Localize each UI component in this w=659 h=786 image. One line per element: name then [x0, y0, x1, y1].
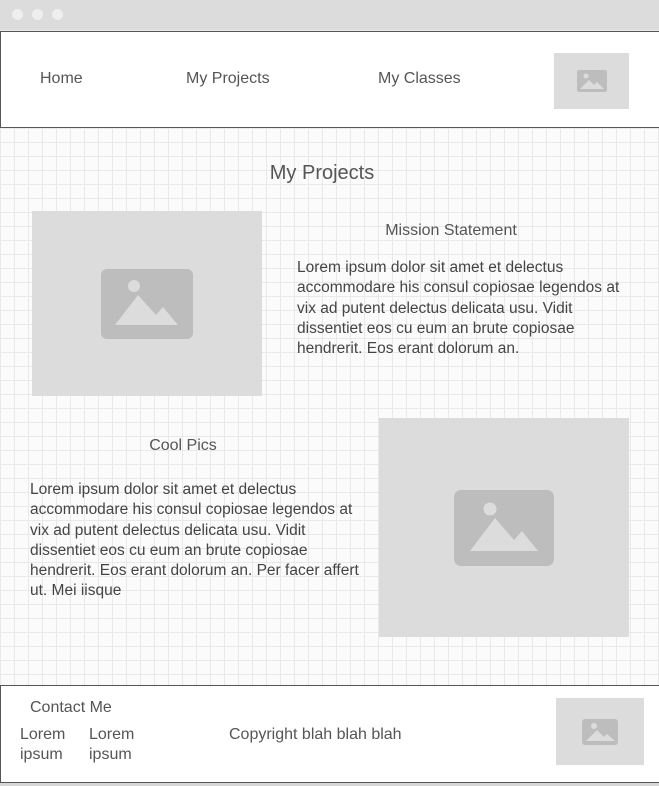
image-placeholder-icon — [576, 70, 607, 92]
image-placeholder-icon — [582, 718, 618, 745]
cool-pics-image-placeholder — [379, 418, 629, 637]
image-placeholder-icon — [101, 268, 193, 339]
window-maximize-dot[interactable] — [52, 9, 63, 20]
header-logo-placeholder — [554, 53, 629, 109]
window-close-dot[interactable] — [12, 9, 23, 20]
mission-statement-heading: Mission Statement — [385, 222, 517, 239]
nav-my-classes-link[interactable]: My Classes — [378, 70, 461, 88]
cool-pics-heading: Cool Pics — [149, 437, 217, 454]
cool-pics-text: Lorem ipsum dolor sit amet et delectus a… — [30, 481, 359, 600]
window-minimize-dot[interactable] — [32, 9, 43, 20]
nav-my-projects-link[interactable]: My Projects — [186, 70, 270, 88]
site-header: Home My Projects My Classes — [0, 31, 659, 128]
copyright-text: Copyright blah blah blah — [229, 726, 402, 743]
mission-image-placeholder — [32, 211, 262, 396]
footer-image-placeholder — [556, 698, 644, 765]
page-canvas — [0, 30, 659, 786]
window-titlebar — [0, 0, 659, 30]
footer-column-1: Lorem ipsum — [20, 726, 66, 763]
image-placeholder-icon — [454, 489, 554, 566]
footer-column-2: Lorem ipsum — [89, 726, 135, 763]
contact-me-label[interactable]: Contact Me — [30, 699, 112, 717]
site-footer: Contact Me Lorem ipsum Lorem ipsum Copyr… — [0, 685, 659, 783]
page-title: My Projects — [269, 162, 375, 184]
mission-statement-text: Lorem ipsum dolor sit amet et delectus a… — [297, 259, 620, 358]
nav-home-link[interactable]: Home — [40, 70, 83, 88]
